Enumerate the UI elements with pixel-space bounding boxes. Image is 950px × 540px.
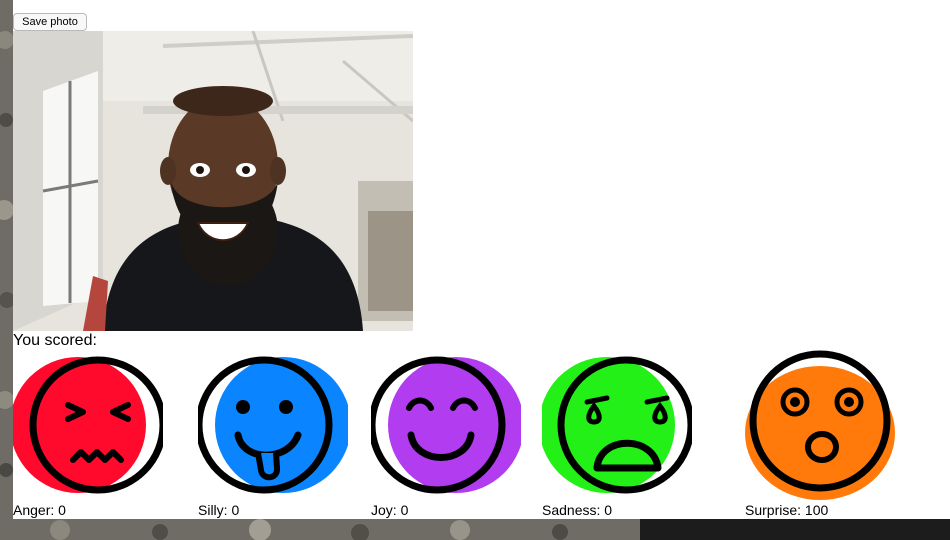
surprise-score-value: 100 (804, 502, 829, 518)
sadness-score-value: 0 (604, 502, 613, 518)
anger-score: Anger: 0 (13, 502, 66, 518)
joy-score-label: Joy (371, 502, 393, 518)
joy-score: Joy: 0 (371, 502, 409, 518)
sadness-emoji-icon (542, 350, 692, 500)
surprise-emoji-icon (745, 350, 895, 500)
silly-score-value: 0 (231, 502, 240, 518)
silly-score-label: Silly (198, 502, 224, 518)
joy-emoji-icon (371, 350, 521, 500)
anger-score-value: 0 (58, 502, 66, 518)
webcam-photo (13, 31, 413, 331)
sadness-score: Sadness: 0 (542, 502, 613, 518)
surprise-score: Surprise: 100 (745, 502, 829, 518)
silly-emoji-icon (198, 350, 348, 500)
surprise-score-label: Surprise (745, 502, 798, 518)
you-scored-heading: You scored: (13, 332, 97, 349)
anger-emoji-icon (13, 350, 163, 500)
joy-score-value: 0 (400, 502, 409, 518)
background-dark-strip (640, 519, 950, 540)
sadness-score-label: Sadness (542, 502, 597, 518)
anger-score-label: Anger (13, 502, 51, 518)
silly-score: Silly: 0 (198, 502, 240, 518)
save-photo-button[interactable]: Save photo (13, 13, 87, 31)
